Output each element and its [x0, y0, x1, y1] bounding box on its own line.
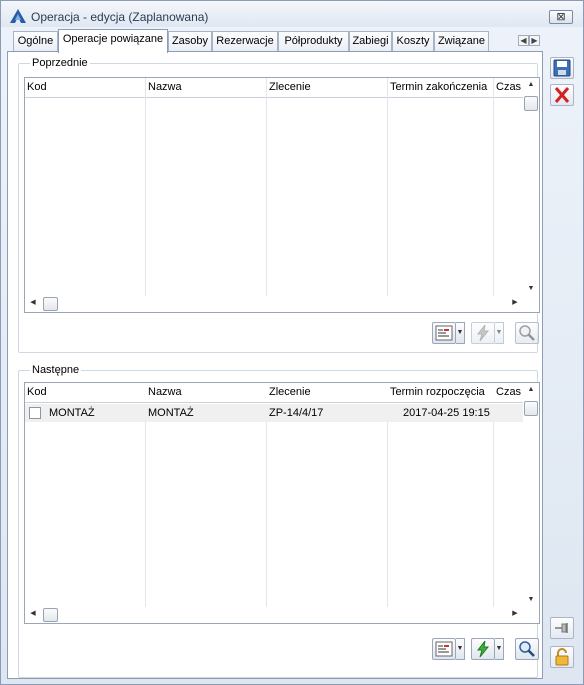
- scroll-right-icon[interactable]: ▶: [507, 296, 523, 310]
- col-nazwa[interactable]: Nazwa: [146, 78, 266, 98]
- tab-ogolne[interactable]: Ogólne: [13, 31, 58, 52]
- magnifier-icon: [519, 641, 535, 657]
- grid-poprzednie[interactable]: Kod Nazwa Zlecenie Termin zakończenia Cz…: [24, 77, 540, 313]
- grid-poprzednie-header: Kod Nazwa Zlecenie Termin zakończenia Cz…: [25, 78, 523, 98]
- grid-nastepne-header: Kod Nazwa Zlecenie Termin rozpoczęcia Cz…: [25, 383, 523, 403]
- col-czas[interactable]: Czas: [494, 383, 525, 403]
- filter-list-icon: [435, 325, 453, 341]
- col-kod[interactable]: Kod: [25, 78, 145, 98]
- filter-button[interactable]: [432, 322, 456, 344]
- close-window-button[interactable]: ⊠: [549, 10, 573, 24]
- title-bar: Operacja - edycja (Zaplanowana) ⊠: [1, 1, 583, 27]
- scroll-up-icon[interactable]: ▲: [523, 78, 539, 92]
- grid-nastepne[interactable]: Kod Nazwa Zlecenie Termin rozpoczęcia Cz…: [24, 382, 540, 624]
- pin-icon: [555, 623, 568, 633]
- grid-nastepne-hscroll[interactable]: ◀ ▶: [25, 607, 523, 623]
- scroll-down-icon[interactable]: ▼: [523, 282, 539, 296]
- lightning-icon: [476, 324, 490, 342]
- filter-list-icon: [435, 641, 453, 657]
- grid-poprzednie-hscroll[interactable]: ◀ ▶: [25, 296, 523, 312]
- scroll-thumb[interactable]: [524, 96, 538, 111]
- pin-button[interactable]: [550, 617, 574, 639]
- col-zlecenie[interactable]: Zlecenie: [267, 78, 387, 98]
- cancel-button[interactable]: [550, 84, 574, 106]
- cell-kod: MONTAŻ: [49, 407, 95, 419]
- filter-dropdown-icon[interactable]: ▼: [456, 638, 465, 660]
- lightning-dropdown-icon[interactable]: ▼: [495, 638, 504, 660]
- app-logo-icon: [10, 9, 26, 23]
- scroll-thumb[interactable]: [524, 401, 538, 416]
- col-termin-zakonczenia[interactable]: Termin zakończenia: [388, 78, 493, 98]
- tab-operacje-powiazane[interactable]: Operacje powiązane: [58, 29, 168, 53]
- red-x-icon: [554, 87, 570, 103]
- col-czas[interactable]: Czas: [494, 78, 525, 98]
- row-checkbox[interactable]: [29, 407, 41, 419]
- grid-poprzednie-vscroll[interactable]: ▲ ▼: [523, 78, 539, 296]
- tab-polprodukty[interactable]: Półprodukty: [278, 31, 349, 52]
- scroll-down-icon[interactable]: ▼: [523, 593, 539, 607]
- search-button[interactable]: [515, 322, 539, 344]
- scroll-thumb[interactable]: [43, 297, 58, 311]
- save-disk-icon: [553, 59, 571, 77]
- group-poprzednie-label: Poprzednie: [30, 57, 90, 69]
- scroll-right-icon[interactable]: ▶: [507, 607, 523, 621]
- scroll-left-icon[interactable]: ◀: [25, 607, 41, 621]
- col-zlecenie[interactable]: Zlecenie: [267, 383, 387, 403]
- tab-koszty[interactable]: Koszty: [392, 31, 434, 52]
- col-nazwa[interactable]: Nazwa: [146, 383, 266, 403]
- col-termin-rozpoczecia[interactable]: Termin rozpoczęcia: [388, 383, 493, 403]
- tab-zwiazane[interactable]: Związane: [434, 31, 489, 52]
- lightning-button[interactable]: [471, 638, 495, 660]
- tab-scroll-left-icon[interactable]: ◀: [518, 35, 529, 46]
- lightning-dropdown-icon[interactable]: ▼: [495, 322, 504, 344]
- tab-scroll-right-icon[interactable]: ▶: [529, 35, 540, 46]
- magnifier-icon: [519, 325, 535, 341]
- cell-termin: 2017-04-25 19:15: [403, 407, 490, 419]
- scroll-left-icon[interactable]: ◀: [25, 296, 41, 310]
- operation-edit-window: Operacja - edycja (Zaplanowana) ⊠ Ogólne…: [0, 0, 584, 685]
- group-nastepne-label: Następne: [30, 364, 82, 376]
- scroll-up-icon[interactable]: ▲: [523, 383, 539, 397]
- filter-dropdown-icon[interactable]: ▼: [456, 322, 465, 344]
- save-button[interactable]: [550, 57, 574, 79]
- search-button[interactable]: [515, 638, 539, 660]
- lock-button[interactable]: [550, 646, 574, 668]
- table-row[interactable]: MONTAŻ MONTAŻ ZP-14/4/17 2017-04-25 19:1…: [25, 404, 523, 422]
- cell-nazwa: MONTAŻ: [148, 407, 194, 419]
- lightning-button[interactable]: [471, 322, 495, 344]
- tab-rezerwacje[interactable]: Rezerwacje: [212, 31, 278, 52]
- lightning-icon: [476, 640, 490, 658]
- scroll-thumb[interactable]: [43, 608, 58, 622]
- grid-nastepne-vscroll[interactable]: ▲ ▼: [523, 383, 539, 607]
- window-title: Operacja - edycja (Zaplanowana): [31, 10, 209, 24]
- padlock-icon: [555, 648, 569, 666]
- col-kod[interactable]: Kod: [25, 383, 145, 403]
- tab-page-operacje-powiazane: Poprzednie Kod Nazwa Zlecenie Termin zak…: [7, 51, 543, 679]
- cell-zlecenie: ZP-14/4/17: [269, 407, 324, 419]
- tab-zabiegi[interactable]: Zabiegi: [349, 31, 392, 52]
- filter-button[interactable]: [432, 638, 456, 660]
- tab-zasoby[interactable]: Zasoby: [168, 31, 212, 52]
